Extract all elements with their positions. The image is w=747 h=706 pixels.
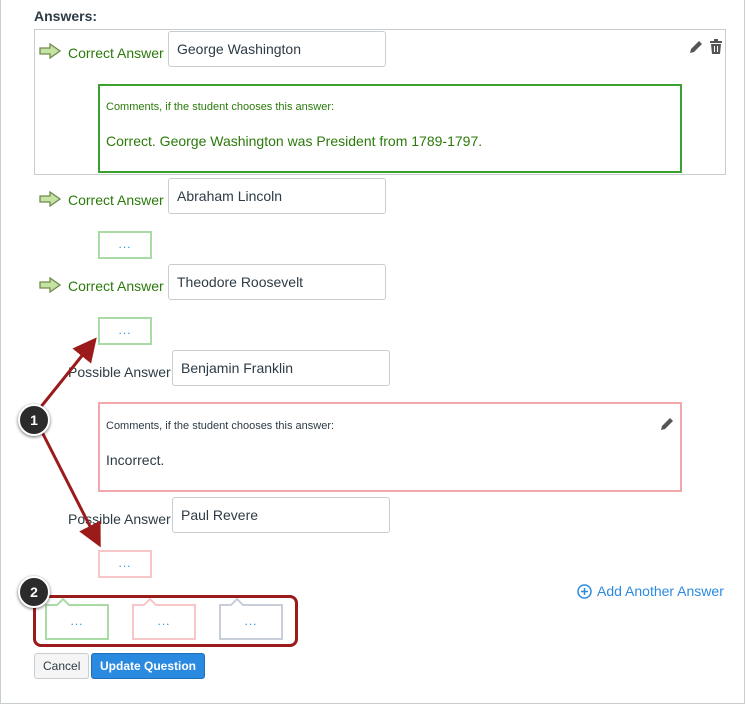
callout-arrows <box>38 337 101 548</box>
update-question-button[interactable]: Update Question <box>91 653 206 679</box>
callout-badge-1: 1 <box>18 404 50 436</box>
callout-badge-2: 2 <box>18 576 50 608</box>
cancel-button[interactable]: Cancel <box>34 653 90 679</box>
